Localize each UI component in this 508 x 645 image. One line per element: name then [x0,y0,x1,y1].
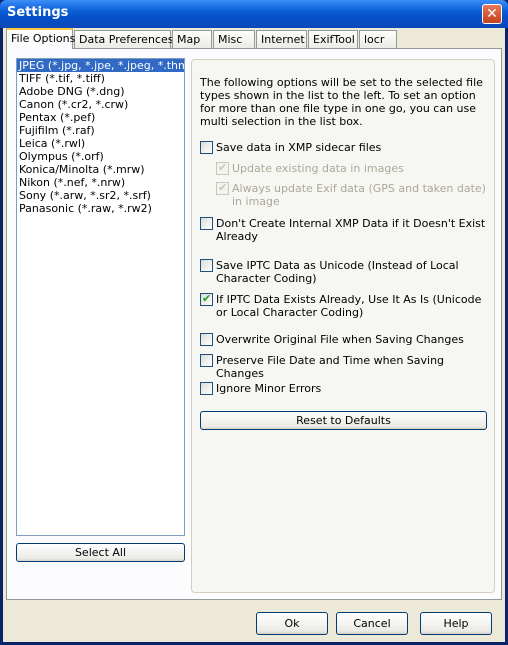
option-xmp-sidecar[interactable]: Save data in XMP sidecar files [200,141,381,154]
tab-locr[interactable]: locr [359,30,397,48]
list-item[interactable]: Adobe DNG (*.dng) [17,85,184,98]
option-ignore-minor[interactable]: Ignore Minor Errors [200,382,321,395]
file-type-list[interactable]: JPEG (*.jpg, *.jpe, *.jpeg, *.thm) TIFF … [16,58,185,536]
tab-exiftool[interactable]: ExifTool [308,30,358,48]
list-item[interactable]: Konica/Minolta (*.mrw) [17,163,184,176]
preserve-date-checkbox[interactable] [200,354,213,367]
tab-label: Misc [218,33,243,46]
option-label: Don't Create Internal XMP Data if it Doe… [216,217,486,243]
always-update-exif-checkbox[interactable]: ✔ [216,181,229,195]
overwrite-original-checkbox[interactable] [200,333,213,346]
tab-file-options[interactable]: File Options [6,28,76,49]
option-overwrite-original[interactable]: Overwrite Original File when Saving Chan… [200,333,464,346]
iptc-unicode-checkbox[interactable] [200,259,213,272]
tab-label: ExifTool [313,33,355,46]
select-all-button[interactable]: Select All [16,543,185,562]
dialog-body: File Options Data Preferences Map Misc I… [3,28,505,642]
list-item[interactable]: Nikon (*.nef, *.nrw) [17,176,184,189]
iptc-as-is-checkbox[interactable]: ✔ [200,292,213,306]
option-label: Save data in XMP sidecar files [216,141,382,154]
option-label: If IPTC Data Exists Already, Use It As I… [216,293,482,319]
settings-window: Settings ✕ File Options Data Preferences… [0,0,508,645]
tab-label: File Options [11,32,76,45]
option-iptc-as-is[interactable]: ✔ If IPTC Data Exists Already, Use It As… [200,292,486,319]
help-button[interactable]: Help [420,612,492,635]
close-icon: ✕ [486,6,498,22]
list-item[interactable]: Leica (*.rwl) [17,137,184,150]
ok-button[interactable]: Ok [256,612,328,635]
option-label: Update existing data in images [232,162,404,175]
option-label: Overwrite Original File when Saving Chan… [216,333,464,346]
option-label: Preserve File Date and Time when Saving … [216,354,445,380]
tab-label: Data Preferences [79,33,174,46]
close-button[interactable]: ✕ [482,4,502,24]
option-label: Ignore Minor Errors [216,382,322,395]
check-icon: ✔ [202,292,212,305]
list-item[interactable]: TIFF (*.tif, *.tiff) [17,72,184,85]
options-description: The following options will be set to the… [200,76,483,128]
option-always-update-exif[interactable]: ✔ Always update Exif data (GPS and taken… [216,181,486,208]
list-item[interactable]: Fujifilm (*.raf) [17,124,184,137]
tab-data-preferences[interactable]: Data Preferences [74,30,174,48]
window-title: Settings [7,5,69,20]
update-existing-checkbox[interactable]: ✔ [216,161,229,175]
option-iptc-unicode[interactable]: Save IPTC Data as Unicode (Instead of Lo… [200,259,486,285]
check-icon: ✔ [218,161,228,174]
option-label: Always update Exif data (GPS and taken d… [232,182,486,208]
tab-label: locr [364,33,385,46]
ignore-minor-checkbox[interactable] [200,382,213,395]
options-group: The following options will be set to the… [191,59,495,593]
list-item[interactable]: Olympus (*.orf) [17,150,184,163]
option-label: Save IPTC Data as Unicode (Instead of Lo… [216,259,459,285]
list-item[interactable]: Pentax (*.pef) [17,111,184,124]
option-preserve-date[interactable]: Preserve File Date and Time when Saving … [200,354,494,380]
xmp-sidecar-checkbox[interactable] [200,141,213,154]
tab-label: Map [177,33,201,46]
no-internal-xmp-checkbox[interactable] [200,217,213,230]
list-item[interactable]: Panasonic (*.raw, *.rw2) [17,202,184,215]
tab-internet[interactable]: Internet [256,30,307,48]
list-item[interactable]: JPEG (*.jpg, *.jpe, *.jpeg, *.thm) [17,59,184,72]
reset-to-defaults-button[interactable]: Reset to Defaults [200,411,487,430]
list-item[interactable]: Sony (*.arw, *.sr2, *.srf) [17,189,184,202]
tab-map[interactable]: Map [172,30,212,48]
check-icon: ✔ [218,181,228,194]
cancel-button[interactable]: Cancel [336,612,408,635]
option-no-internal-xmp[interactable]: Don't Create Internal XMP Data if it Doe… [200,217,486,243]
tab-label: Internet [261,33,305,46]
tab-misc[interactable]: Misc [213,30,255,48]
option-update-existing[interactable]: ✔ Update existing data in images [216,161,486,175]
list-item[interactable]: Canon (*.cr2, *.crw) [17,98,184,111]
file-options-panel: JPEG (*.jpg, *.jpe, *.jpeg, *.thm) TIFF … [6,48,502,600]
title-bar: Settings ✕ [0,0,508,28]
